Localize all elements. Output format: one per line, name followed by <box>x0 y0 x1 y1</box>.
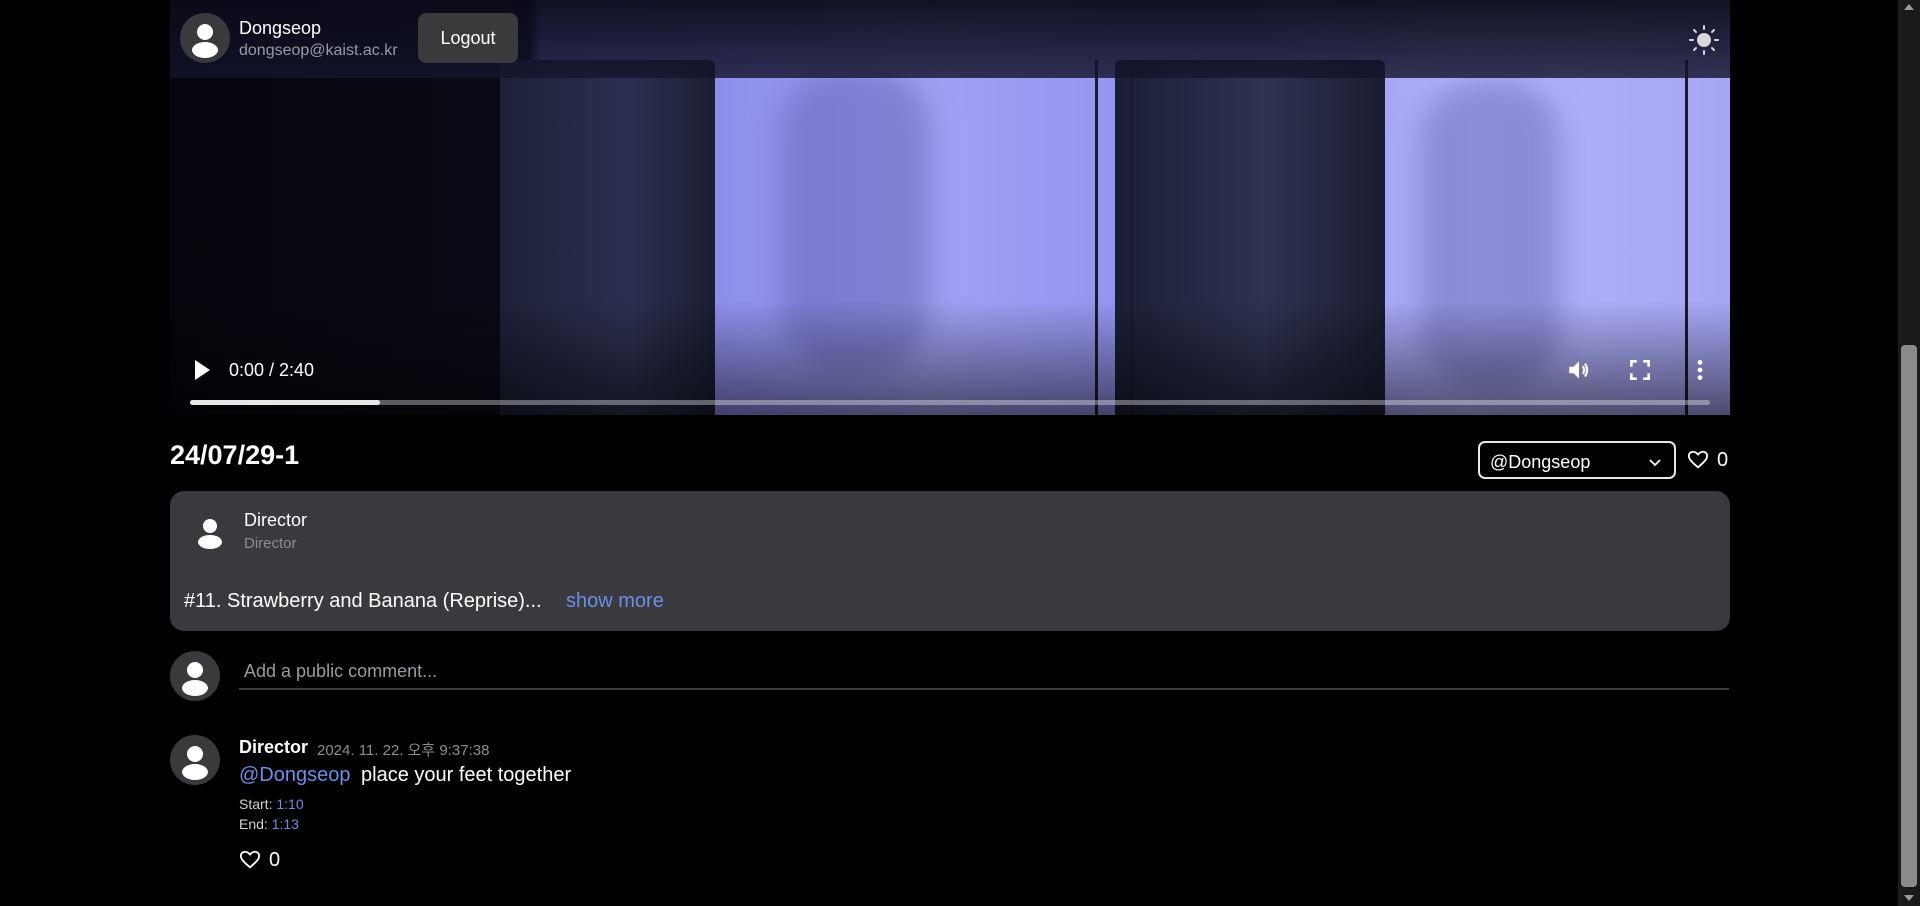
scroll-down-arrow-icon[interactable] <box>1903 893 1915 903</box>
sun-icon[interactable] <box>1688 24 1720 56</box>
comment-date: 2024. 11. 22. 오후 9:37:38 <box>317 742 490 759</box>
mention-select[interactable]: @Dongseop <box>1478 441 1676 479</box>
end-time-link[interactable]: 1:13 <box>272 816 299 832</box>
user-avatar-icon <box>190 512 230 552</box>
heart-icon <box>239 850 261 869</box>
logout-button[interactable]: Logout <box>418 13 518 63</box>
comment-like-count: 0 <box>269 848 281 871</box>
scroll-up-arrow-icon[interactable] <box>1903 2 1915 12</box>
video-controls-shade <box>170 300 1730 415</box>
video-progress-bar[interactable] <box>190 400 1710 405</box>
scrollbar-thumb[interactable] <box>1901 345 1917 887</box>
comment-input[interactable] <box>239 654 1729 690</box>
start-label: Start: <box>239 796 273 812</box>
user-name: Dongseop <box>239 18 322 38</box>
user-avatar-icon <box>170 651 220 701</box>
user-email: dongseop@kaist.ac.kr <box>239 42 398 59</box>
comment-author: Director <box>239 737 309 757</box>
comment-mention-link[interactable]: @Dongseop <box>239 764 350 787</box>
video-timecode: 0:00 / 2:40 <box>229 360 315 380</box>
video-progress-fill <box>190 400 380 405</box>
heart-icon <box>1687 450 1709 469</box>
video-player[interactable] <box>170 0 1730 415</box>
more-vertical-icon[interactable] <box>1687 357 1713 383</box>
comment-text: place your feet together <box>361 764 572 786</box>
mention-select-value: @Dongseop <box>1490 452 1591 472</box>
video-title: 24/07/29-1 <box>170 440 300 470</box>
end-label: End: <box>239 816 268 832</box>
user-avatar-icon <box>170 735 220 785</box>
author-role: Director <box>244 535 297 552</box>
author-name: Director <box>244 510 308 530</box>
comment-like-button[interactable]: 0 <box>239 848 280 872</box>
description-text: #11. Strawberry and Banana (Reprise)... <box>184 590 542 612</box>
start-time-link[interactable]: 1:10 <box>276 796 303 812</box>
chevron-down-icon <box>1649 459 1661 467</box>
video-frame-top <box>170 0 1730 78</box>
volume-icon[interactable] <box>1566 357 1592 383</box>
comment-end-time: End: 1:13 <box>239 816 299 832</box>
user-avatar-icon <box>180 13 230 63</box>
fullscreen-icon[interactable] <box>1627 357 1653 383</box>
post-like-count: 0 <box>1717 448 1729 471</box>
play-icon[interactable] <box>192 358 212 382</box>
post-like-button[interactable]: 0 <box>1687 447 1728 473</box>
comment-start-time: Start: 1:10 <box>239 796 304 812</box>
show-more-link[interactable]: show more <box>566 590 664 613</box>
